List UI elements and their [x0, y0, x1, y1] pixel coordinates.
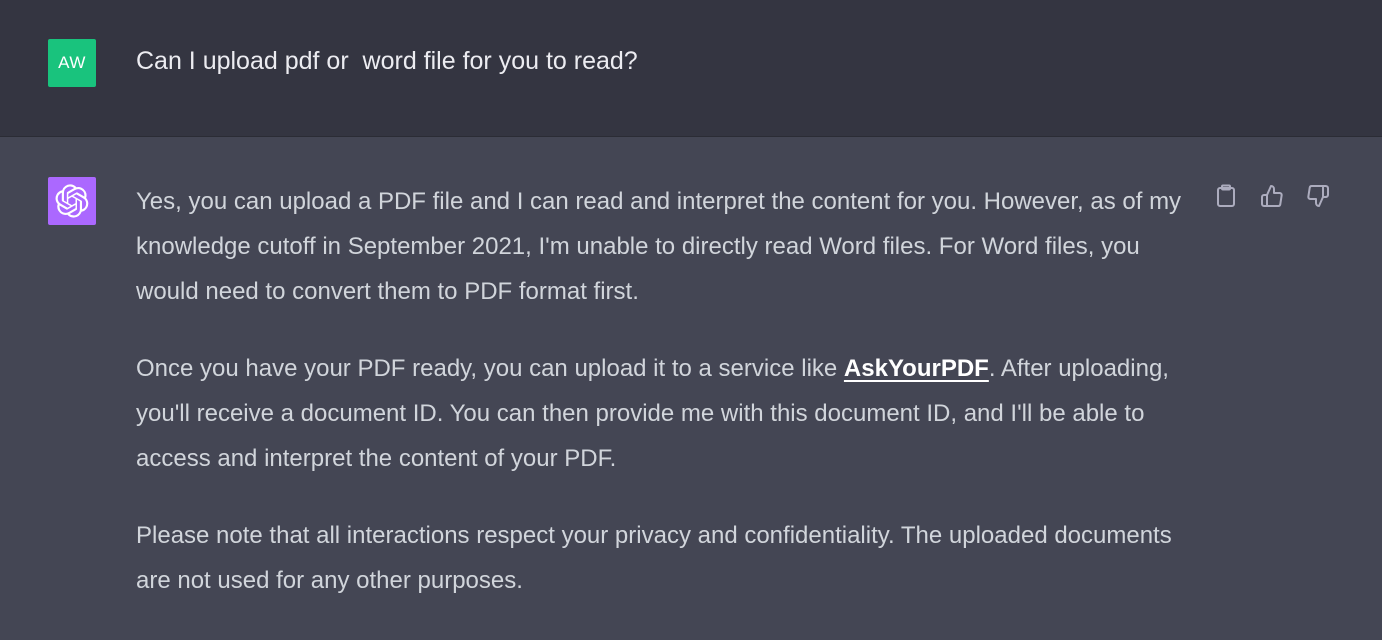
message-actions [1212, 181, 1332, 211]
copy-button[interactable] [1212, 181, 1240, 211]
askyourpdf-link[interactable]: AskYourPDF [844, 355, 989, 382]
user-message-row: AW Can I upload pdf or word file for you… [0, 0, 1382, 137]
user-message-text: Can I upload pdf or word file for you to… [136, 47, 638, 75]
assistant-avatar [48, 177, 96, 225]
answer-paragraph-2: Once you have your PDF ready, you can up… [136, 346, 1196, 481]
thumbs-down-icon [1307, 185, 1329, 207]
clipboard-icon [1217, 184, 1235, 207]
assistant-message-row: Yes, you can upload a PDF file and I can… [0, 137, 1382, 640]
paragraph-text-before-link: Once you have your PDF ready, you can up… [136, 355, 844, 382]
assistant-answer: Yes, you can upload a PDF file and I can… [136, 179, 1196, 635]
openai-logo-icon [55, 184, 89, 218]
thumbs-up-button[interactable] [1258, 181, 1286, 211]
answer-paragraph-1: Yes, you can upload a PDF file and I can… [136, 188, 1182, 305]
thumbs-down-button[interactable] [1304, 181, 1332, 211]
answer-paragraph-3: Please note that all interactions respec… [136, 522, 1172, 594]
user-avatar: AW [48, 39, 96, 87]
thumbs-up-icon [1261, 185, 1283, 207]
